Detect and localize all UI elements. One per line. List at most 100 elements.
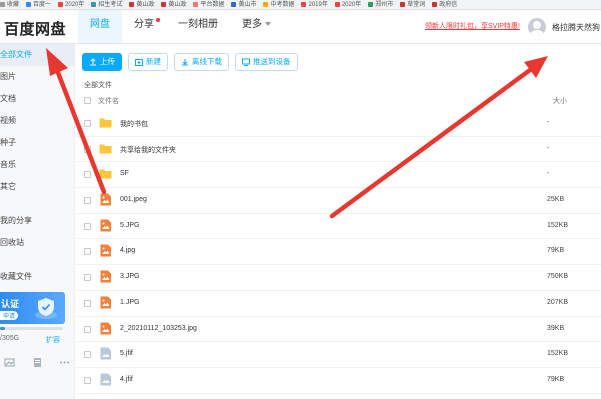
bookmark-item[interactable]: 黄山政: [161, 0, 187, 9]
file-size: -: [547, 144, 550, 152]
chevron-down-icon: [265, 22, 271, 26]
bookmark-item[interactable]: 百度一: [26, 0, 51, 9]
file-row[interactable]: 001.jpeg 25KB: [76, 188, 601, 214]
push-to-device-button[interactable]: 推送到设备: [235, 53, 298, 71]
bookmark-label: 政府信: [439, 2, 458, 8]
bookmark-item[interactable]: 招生考试: [91, 0, 122, 9]
select-all-checkbox[interactable]: [84, 97, 91, 104]
row-checkbox[interactable]: [84, 197, 91, 205]
upload-button[interactable]: 上传: [82, 53, 122, 71]
bookmark-item[interactable]: 中考数据: [263, 0, 294, 9]
file-row[interactable]: 4.jpg 79KB: [76, 239, 601, 266]
nav-item[interactable]: 分享: [122, 10, 166, 43]
file-name[interactable]: 5.JPG: [120, 222, 139, 229]
sidebar-item[interactable]: 其它: [0, 176, 74, 198]
file-row[interactable]: 1.JPG 207KB: [76, 291, 601, 317]
sidebar-item[interactable]: 收藏文件: [0, 266, 74, 288]
download-icon: [182, 59, 188, 66]
notification-dot: [156, 18, 160, 22]
bookmark-favicon: [0, 2, 5, 7]
file-name[interactable]: 我的书包: [120, 119, 148, 129]
file-row[interactable]: 5.jfif 152KB: [76, 342, 601, 368]
bookmark-item[interactable]: 收藏: [0, 0, 19, 9]
bookmarks-bar: 收藏 百度一 2020年 招生考试 黄山政 黄山政 平台数据 黄山市 中考数据 2019年 2020…: [0, 0, 601, 10]
file-row[interactable]: 2_20210112_103253.jpg 39KB: [76, 317, 601, 343]
avatar[interactable]: [528, 18, 546, 36]
expand-storage-link[interactable]: 扩容: [46, 335, 60, 345]
sidebar-item[interactable]: 种子: [0, 132, 74, 154]
file-name[interactable]: 共享给我的文件夹: [120, 145, 176, 155]
file-list-header: 文件名 大小: [76, 93, 601, 109]
file-size: -: [547, 119, 550, 126]
row-checkbox[interactable]: [84, 274, 91, 282]
sidebar-item[interactable]: 音乐: [0, 154, 74, 176]
bookmark-item[interactable]: 平台数据: [193, 0, 224, 9]
file-size: 750KB: [547, 273, 569, 281]
file-name[interactable]: 3.JPG: [120, 273, 139, 280]
file-row[interactable]: 3.JPG 750KB: [76, 265, 601, 291]
file-name[interactable]: 4.jpg: [120, 247, 135, 254]
username[interactable]: 格拉腾天然狗: [552, 22, 600, 33]
file-name[interactable]: 5.jfif: [120, 350, 133, 357]
bookmark-item[interactable]: 草堂词: [400, 0, 425, 9]
image-tool-icon[interactable]: [4, 357, 15, 368]
nav-item-label: 更多: [242, 19, 262, 30]
file-size: 207KB: [547, 298, 569, 306]
sidebar-item[interactable]: 回收站: [0, 232, 74, 254]
sidebar-item[interactable]: 图片: [0, 66, 74, 88]
file-row[interactable]: SF -: [76, 162, 601, 189]
bookmark-label: 黄山政: [136, 2, 155, 8]
sidebar-item[interactable]: 视频: [0, 110, 74, 132]
file-name[interactable]: 1.JPG: [120, 299, 139, 306]
bookmark-item[interactable]: 黄山政: [129, 0, 155, 9]
file-row[interactable]: 5.JPG 152KB: [76, 214, 601, 240]
sidebar-item[interactable]: 全部文件: [0, 44, 74, 66]
row-checkbox[interactable]: [84, 248, 91, 256]
verify-promo-card[interactable]: 认证 申请: [0, 292, 65, 324]
row-checkbox[interactable]: [84, 376, 91, 384]
bookmark-label: 2020年: [341, 2, 362, 8]
bookmark-item[interactable]: 2020年: [58, 0, 84, 9]
image-file-icon: [100, 347, 111, 360]
file-row[interactable]: 共享给我的文件夹 -: [76, 137, 601, 163]
bookmark-item[interactable]: 郑州市: [368, 0, 393, 9]
column-header-name[interactable]: 文件名: [98, 96, 119, 106]
row-checkbox[interactable]: [84, 145, 91, 153]
sidebar-item[interactable]: 我的分享: [0, 210, 74, 232]
nav-item[interactable]: 网盘: [78, 10, 122, 43]
column-header-size[interactable]: 大小: [553, 96, 567, 106]
nav-item[interactable]: 一刻相册: [166, 10, 230, 43]
row-checkbox[interactable]: [84, 325, 91, 333]
file-row[interactable]: 我的书包 -: [76, 111, 601, 137]
row-checkbox[interactable]: [84, 222, 91, 230]
bookmark-item[interactable]: 政府信: [432, 0, 458, 9]
breadcrumb[interactable]: 全部文件: [84, 80, 112, 90]
app-logo[interactable]: 百度网盘: [4, 18, 66, 39]
file-name[interactable]: SF: [120, 170, 129, 177]
file-name[interactable]: 2_20210112_103253.jpg: [120, 325, 197, 332]
bookmark-favicon: [334, 2, 340, 7]
bookmark-item[interactable]: 黄山市: [231, 0, 256, 9]
file-name[interactable]: 4.jfif: [120, 376, 133, 383]
row-checkbox[interactable]: [84, 171, 91, 179]
sidebar-tools: [4, 357, 70, 368]
new-folder-label: 新建: [146, 57, 161, 66]
sidebar-item[interactable]: 文档: [0, 88, 74, 110]
bookmark-item[interactable]: 2019年: [301, 0, 328, 9]
promo-link[interactable]: 领新人限时礼包，享SVIP特惠!: [425, 21, 520, 31]
offline-download-button[interactable]: 离线下载: [174, 53, 229, 71]
document-tool-icon[interactable]: [32, 357, 43, 368]
bookmark-favicon: [26, 2, 32, 7]
row-checkbox[interactable]: [84, 351, 91, 359]
bookmark-item[interactable]: 2020年: [334, 0, 362, 9]
bookmark-favicon: [91, 2, 97, 7]
row-checkbox[interactable]: [84, 120, 91, 127]
file-row[interactable]: 4.jfif 79KB: [76, 368, 601, 394]
bookmark-label: 黄山政: [168, 2, 187, 8]
new-folder-button[interactable]: 新建: [128, 53, 168, 71]
row-checkbox[interactable]: [84, 299, 91, 307]
more-icon[interactable]: [59, 357, 70, 368]
bookmark-label: 2019年: [308, 2, 328, 8]
nav-item[interactable]: 更多: [230, 10, 283, 43]
file-name[interactable]: 001.jpeg: [120, 196, 147, 203]
